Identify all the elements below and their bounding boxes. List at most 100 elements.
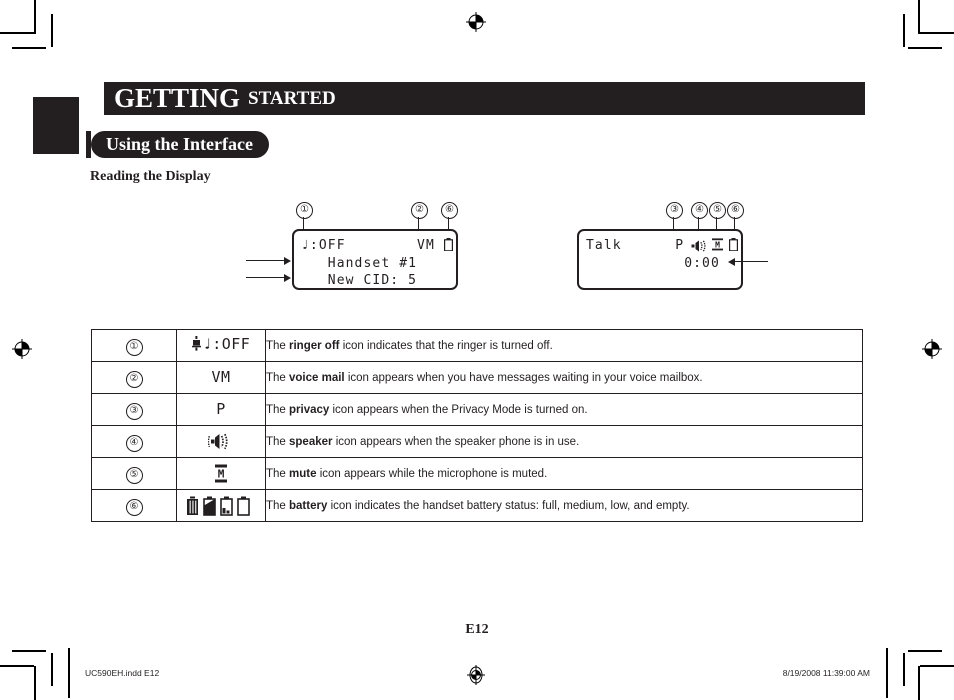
registration-mark-right	[922, 339, 942, 359]
desc-prefix: The	[266, 339, 290, 352]
desc-suffix: icon appears when the speaker phone is i…	[332, 435, 580, 448]
row-number-badge: ⑥	[125, 498, 143, 516]
registration-mark-top	[466, 12, 486, 32]
chapter-title-sub: STARTED	[248, 88, 336, 109]
section-title-pill: Using the Interface	[91, 131, 269, 158]
lcd-left-arrow-1-head	[284, 256, 291, 265]
mute-icon: M	[712, 238, 724, 256]
desc-suffix: icon indicates the handset battery statu…	[327, 499, 690, 512]
svg-text:M: M	[715, 240, 720, 249]
desc-prefix: The	[266, 467, 290, 480]
chapter-header-bar: GETTING STARTED	[104, 82, 865, 115]
desc-term: voice mail	[289, 371, 345, 384]
mute-icon-cell: M	[176, 457, 266, 490]
desc-term: mute	[289, 467, 317, 480]
row-description-cell: The mute icon appears while the micropho…	[265, 457, 863, 490]
row-number-cell: ⑥	[91, 489, 177, 522]
lcd-display-idle: ♩:OFF VM Handset #1 New CID: 5	[292, 229, 458, 290]
desc-term: battery	[289, 499, 328, 512]
table-row: ⑥ The battery icon indicates the handset…	[91, 489, 863, 522]
callout-number-6-left: ⑥	[441, 202, 458, 219]
footer-rule-right	[886, 648, 888, 698]
lcd-display-talk: Talk P M 0:00	[577, 229, 743, 290]
crop-mark-top-right-h1	[920, 32, 954, 34]
table-row: ② VM The voice mail icon appears when yo…	[91, 361, 863, 394]
desc-suffix: icon indicates that the ringer is turned…	[339, 339, 553, 352]
crop-mark-bottom-left-h2	[12, 650, 46, 652]
desc-prefix: The	[266, 499, 290, 512]
callout-number-2: ②	[411, 202, 428, 219]
row-description-cell: The voice mail icon appears when you hav…	[265, 361, 863, 394]
crop-mark-bottom-right-h2	[908, 650, 942, 652]
privacy-icon: P	[216, 400, 226, 418]
row-number-cell: ③	[91, 393, 177, 426]
desc-suffix: icon appears when the Privacy Mode is tu…	[329, 403, 588, 416]
crop-mark-bottom-left-v2	[51, 653, 53, 686]
row-number-badge: ②	[125, 370, 143, 388]
icon-legend-table: ① ♩:OFF The ringer off icon indicates th…	[91, 329, 863, 522]
page-subheading: Reading the Display	[90, 169, 211, 184]
row-number-badge: ③	[125, 402, 143, 420]
crop-mark-bottom-left-h1	[0, 665, 34, 667]
table-row: ⑤ M The mute icon appears while the micr…	[91, 457, 863, 490]
callout-number-5: ⑤	[709, 202, 726, 219]
speaker-icon-cell	[176, 425, 266, 458]
svg-text:M: M	[218, 467, 225, 480]
row-number-cell: ④	[91, 425, 177, 458]
callout-number-6-right: ⑥	[727, 202, 744, 219]
chapter-side-tab	[33, 97, 79, 154]
page-number: E12	[465, 622, 489, 637]
desc-suffix: icon appears while the microphone is mut…	[316, 467, 548, 480]
lcd-right-arrow-head	[728, 257, 735, 266]
battery-icon-cell	[176, 489, 266, 522]
chapter-title-main: GETTING	[114, 83, 241, 113]
crop-mark-top-left-v2	[51, 14, 53, 47]
footer-timestamp: 8/19/2008 11:39:00 AM	[782, 668, 870, 678]
lcd-right-arrow-line	[735, 261, 768, 263]
battery-icon	[186, 496, 256, 516]
desc-term: ringer off	[289, 339, 340, 352]
table-row: ① ♩:OFF The ringer off icon indicates th…	[91, 329, 863, 362]
row-description-cell: The privacy icon appears when the Privac…	[265, 393, 863, 426]
crop-mark-bottom-right-h1	[920, 665, 954, 667]
table-row: ③ P The privacy icon appears when the Pr…	[91, 393, 863, 426]
registration-mark-bottom	[466, 665, 486, 685]
row-number-cell: ②	[91, 361, 177, 394]
row-description-cell: The speaker icon appears when the speake…	[265, 425, 863, 458]
lcd-right-line-1: Talk P	[586, 238, 685, 253]
lcd-left-arrow-1-line	[246, 260, 284, 262]
speaker-icon	[207, 433, 234, 450]
desc-prefix: The	[266, 371, 290, 384]
battery-icon	[729, 238, 739, 256]
desc-prefix: The	[266, 435, 290, 448]
callout-number-4: ④	[691, 202, 708, 219]
row-number-cell: ⑤	[91, 457, 177, 490]
crop-mark-top-left-h1	[0, 32, 34, 34]
lcd-left-arrow-2-head	[284, 273, 291, 282]
crop-mark-top-right-v1	[918, 0, 920, 34]
crop-mark-top-left-v1	[34, 0, 36, 34]
table-row: ④ The speaker icon appears when the spea…	[91, 425, 863, 458]
speaker-icon	[691, 239, 711, 257]
footer-rule-left	[68, 648, 70, 698]
battery-icon	[444, 238, 454, 256]
lcd-left-line-3: New CID: 5	[301, 273, 418, 288]
desc-suffix: icon appears when you have messages wait…	[344, 371, 703, 384]
ringer-off-icon-text: ♩:OFF	[202, 334, 251, 353]
row-number-cell: ①	[91, 329, 177, 362]
voice-mail-icon-cell: VM	[176, 361, 266, 394]
row-number-badge: ①	[125, 338, 143, 356]
ringer-off-icon-cell: ♩:OFF	[176, 329, 266, 362]
crop-mark-bottom-left-v1	[34, 666, 36, 700]
crop-mark-bottom-right-v1	[918, 666, 920, 700]
lcd-left-line-1: ♩:OFF VM	[301, 238, 435, 253]
voice-mail-icon: VM	[211, 368, 231, 386]
callout-number-3: ③	[666, 202, 683, 219]
privacy-icon-cell: P	[176, 393, 266, 426]
row-number-badge: ④	[125, 434, 143, 452]
crop-mark-top-right-v2	[903, 14, 905, 47]
ringer-off-icon: ♩:OFF	[191, 334, 251, 353]
icon-legend-body: ① ♩:OFF The ringer off icon indicates th…	[91, 329, 863, 522]
desc-term: privacy	[289, 403, 330, 416]
crop-mark-top-right-h2	[908, 47, 942, 49]
